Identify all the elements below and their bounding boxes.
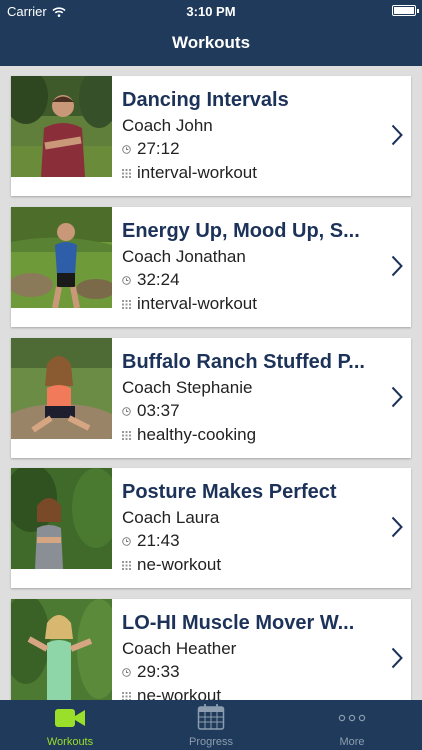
workout-card[interactable]: Energy Up, Mood Up, S... Coach Jonathan … xyxy=(11,207,411,327)
duration: 27:12 xyxy=(137,139,180,158)
workout-list[interactable]: Dancing Intervals Coach John 27:12 inter… xyxy=(0,66,422,700)
category: healthy-cooking xyxy=(137,425,257,444)
duration-row: 29:33 xyxy=(122,660,382,684)
category: interval-workout xyxy=(137,163,257,182)
video-camera-icon xyxy=(55,709,85,727)
category-row: interval-workout xyxy=(122,161,382,185)
workout-card[interactable]: Posture Makes Perfect Coach Laura 21:43 … xyxy=(11,468,411,588)
duration-row: 27:12 xyxy=(122,137,382,161)
more-dots-icon xyxy=(338,714,366,722)
chevron-right-icon[interactable] xyxy=(391,386,403,408)
duration: 32:24 xyxy=(137,270,180,289)
category-row: ne-workout xyxy=(122,553,382,577)
category-row: healthy-cooking xyxy=(122,423,382,447)
duration: 21:43 xyxy=(137,531,180,550)
tab-more[interactable]: More xyxy=(282,700,422,750)
page-title: Workouts xyxy=(171,33,251,52)
workout-title: Energy Up, Mood Up, S... xyxy=(122,220,360,242)
coach-name: Coach Laura xyxy=(122,508,220,527)
workout-thumbnail xyxy=(11,338,112,439)
clock-icon xyxy=(122,667,131,677)
tab-label: Workouts xyxy=(46,736,94,748)
workout-title: LO-HI Muscle Mover W... xyxy=(122,612,355,634)
duration: 03:37 xyxy=(137,401,180,420)
grid-icon xyxy=(122,560,131,570)
category-row: interval-workout xyxy=(122,292,382,316)
status-bar: Carrier 3:10 PM xyxy=(0,0,422,22)
tab-progress[interactable]: Progress xyxy=(141,700,281,750)
workout-card[interactable]: LO-HI Muscle Mover W... Coach Heather 29… xyxy=(11,599,411,700)
chevron-right-icon[interactable] xyxy=(391,124,403,146)
workout-thumbnail xyxy=(11,76,112,177)
workout-title: Posture Makes Perfect xyxy=(122,481,337,503)
workout-title: Dancing Intervals xyxy=(122,89,289,111)
category: ne-workout xyxy=(137,686,222,700)
clock-icon xyxy=(122,536,131,546)
grid-icon xyxy=(122,430,131,440)
clock-icon xyxy=(122,144,131,154)
status-time: 3:10 PM xyxy=(186,4,236,19)
grid-icon xyxy=(122,168,131,178)
tab-label: Progress xyxy=(188,736,234,748)
coach-name: Coach Jonathan xyxy=(122,247,246,266)
duration-row: 03:37 xyxy=(122,399,382,423)
coach-name: Coach John xyxy=(122,116,213,135)
chevron-right-icon[interactable] xyxy=(391,647,403,669)
workout-thumbnail xyxy=(11,468,112,569)
tab-bar: Workouts Progress More xyxy=(0,700,422,750)
workout-card[interactable]: Dancing Intervals Coach John 27:12 inter… xyxy=(11,76,411,196)
chevron-right-icon[interactable] xyxy=(391,516,403,538)
top-bar: Carrier 3:10 PM Workouts xyxy=(0,0,422,66)
calendar-icon xyxy=(197,704,225,730)
workout-card[interactable]: Buffalo Ranch Stuffed P... Coach Stephan… xyxy=(11,338,411,458)
duration: 29:33 xyxy=(137,662,180,681)
duration-row: 32:24 xyxy=(122,268,382,292)
grid-icon xyxy=(122,691,131,700)
tab-label: More xyxy=(339,736,365,748)
coach-name: Coach Heather xyxy=(122,639,237,658)
clock-icon xyxy=(122,275,131,285)
workout-title: Buffalo Ranch Stuffed P... xyxy=(122,351,365,373)
category-row: ne-workout xyxy=(122,684,382,700)
grid-icon xyxy=(122,299,131,309)
category: ne-workout xyxy=(137,555,222,574)
clock-icon xyxy=(122,406,131,416)
category: interval-workout xyxy=(137,294,257,313)
duration-row: 21:43 xyxy=(122,529,382,553)
coach-name: Coach Stephanie xyxy=(122,378,253,397)
workout-thumbnail xyxy=(11,599,112,700)
battery-icon xyxy=(392,5,419,16)
workout-thumbnail xyxy=(11,207,112,308)
tab-workouts[interactable]: Workouts xyxy=(0,700,140,750)
chevron-right-icon[interactable] xyxy=(391,255,403,277)
